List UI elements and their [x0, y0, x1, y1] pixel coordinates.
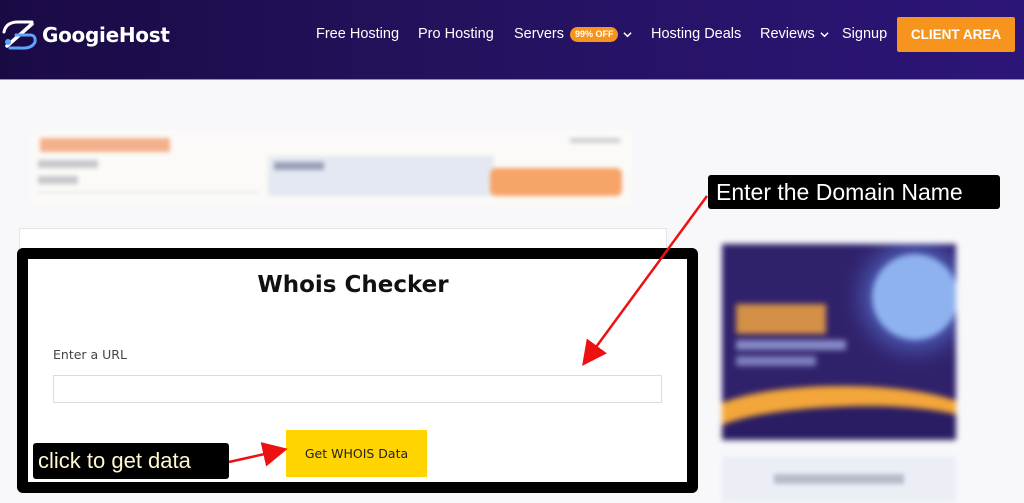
page-title: Whois Checker [257, 272, 449, 298]
ad-blur-block [274, 162, 324, 170]
nav-hosting-deals[interactable]: Hosting Deals [651, 26, 741, 42]
ad-blur-block [38, 192, 258, 193]
nav-signup[interactable]: Signup [842, 26, 887, 42]
ad-blur-block [38, 160, 98, 168]
chevron-down-icon [623, 31, 633, 37]
chevron-down-icon [820, 31, 829, 37]
ad-blur-block [38, 176, 78, 184]
ad-blur-block [570, 138, 620, 143]
ad-blur-block [774, 474, 904, 484]
nav-reviews[interactable]: Reviews [760, 26, 829, 42]
nav-label: Pro Hosting [418, 26, 494, 42]
sidebar-card [722, 456, 956, 503]
url-input[interactable] [53, 375, 662, 403]
ad-blur-block [736, 304, 826, 334]
logo[interactable]: GoogieHost [2, 18, 170, 52]
get-whois-button[interactable]: Get WHOIS Data [286, 430, 427, 477]
nav-label: Servers [514, 26, 564, 42]
ad-blur-block [736, 340, 846, 350]
sidebar-ad[interactable] [722, 244, 956, 440]
site-header: GoogieHost Free Hosting Pro Hosting Serv… [0, 0, 1024, 80]
logo-icon [2, 20, 37, 50]
nav-servers[interactable]: Servers 99% OFF [514, 26, 633, 42]
client-area-button[interactable]: CLIENT AREA [897, 17, 1015, 52]
nav-label: Hosting Deals [651, 26, 742, 42]
nav-label: Free Hosting [316, 26, 400, 42]
logo-text: GoogieHost [42, 23, 170, 47]
nav-label: Signup [842, 26, 888, 42]
nav-free-hosting[interactable]: Free Hosting [316, 26, 399, 42]
ad-banner[interactable] [30, 130, 632, 206]
url-label: Enter a URL [53, 347, 127, 362]
domain-callout: Enter the Domain Name [708, 175, 1000, 209]
nav-pro-hosting[interactable]: Pro Hosting [418, 26, 494, 42]
nav-label: Reviews [760, 26, 815, 42]
ad-blur-block [40, 138, 170, 152]
ad-blur-block [736, 356, 816, 366]
ad-blur-block [872, 254, 956, 340]
ad-blur-block [490, 168, 622, 196]
click-callout: click to get data [33, 443, 229, 479]
discount-badge: 99% OFF [569, 26, 619, 42]
